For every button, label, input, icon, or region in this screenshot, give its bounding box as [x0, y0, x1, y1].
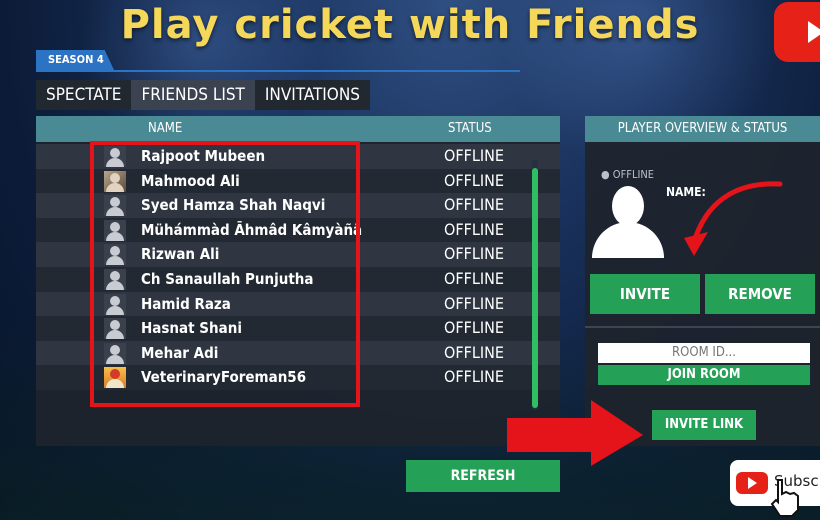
big-red-arrow-icon: [507, 400, 643, 466]
friend-status: OFFLINE: [444, 342, 505, 362]
player-status-indicator: ● OFFLINE: [601, 168, 655, 181]
invite-button[interactable]: INVITE: [590, 274, 700, 314]
friend-status: OFFLINE: [444, 170, 505, 190]
friend-status: OFFLINE: [444, 195, 505, 215]
invite-link-button[interactable]: INVITE LINK: [652, 410, 756, 440]
friend-status: OFFLINE: [444, 367, 505, 387]
friend-status: OFFLINE: [444, 219, 505, 239]
overview-divider: [585, 326, 820, 328]
youtube-icon: [736, 472, 768, 494]
friend-status: OFFLINE: [444, 318, 505, 338]
highlight-box: [90, 141, 360, 407]
tab-spectate[interactable]: SPECTATE: [36, 80, 131, 110]
friend-status: OFFLINE: [444, 244, 505, 264]
remove-button[interactable]: REMOVE: [705, 274, 815, 314]
friend-status: OFFLINE: [444, 268, 505, 288]
player-status-text: OFFLINE: [612, 168, 655, 181]
player-overview-header: PLAYER OVERVIEW & STATUS: [585, 116, 820, 142]
tab-invitations[interactable]: INVITATIONS: [255, 80, 370, 110]
friend-status: OFFLINE: [444, 293, 505, 313]
friend-status: OFFLINE: [444, 146, 505, 165]
hand-cursor-icon: [770, 479, 799, 517]
tab-friends-list[interactable]: FRIENDS LIST: [131, 80, 255, 110]
join-room-button[interactable]: JOIN ROOM: [598, 365, 810, 385]
season-badge: SEASON 4: [36, 50, 114, 70]
column-header-status: STATUS: [448, 121, 492, 136]
tab-bar: SPECTATE FRIENDS LIST INVITATIONS: [36, 80, 370, 110]
room-id-input[interactable]: [598, 343, 810, 363]
column-header-name: NAME: [148, 121, 183, 136]
player-avatar-icon: [592, 186, 664, 258]
friends-table-header: NAME STATUS: [36, 116, 560, 142]
youtube-logo-icon: [774, 2, 820, 62]
curved-red-arrow-icon: [684, 181, 783, 256]
friends-scrollbar-thumb[interactable]: [532, 168, 538, 408]
season-divider: [36, 70, 520, 72]
video-title-overlay: Play cricket with Friends: [120, 2, 700, 48]
